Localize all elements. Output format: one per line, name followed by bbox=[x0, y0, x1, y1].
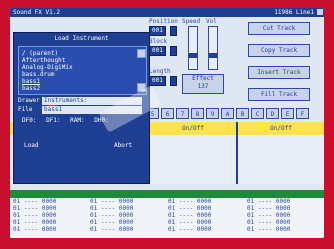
row-value: 0000 bbox=[118, 226, 134, 233]
effect-box[interactable]: Effect 137 bbox=[182, 74, 224, 94]
row-value: 0000 bbox=[41, 198, 57, 205]
row-value: 0000 bbox=[41, 226, 57, 233]
effect-label: Effect bbox=[192, 75, 214, 82]
title-bar: Sound FX V1.2 11986 Line1 bbox=[10, 8, 324, 17]
ram-label[interactable]: RAM: bbox=[70, 117, 84, 124]
row-value: 0000 bbox=[118, 198, 134, 205]
row-value: 0000 bbox=[196, 226, 212, 233]
digit-button[interactable]: E bbox=[281, 108, 294, 119]
digit-button[interactable]: B bbox=[236, 108, 249, 119]
dialog-title: Load Instrument bbox=[54, 35, 109, 42]
vol-slider-knob[interactable] bbox=[209, 53, 217, 58]
length-label: Length bbox=[149, 68, 171, 75]
length-value[interactable]: 001 bbox=[149, 76, 166, 86]
row-value: 0000 bbox=[196, 205, 212, 212]
row-value: 0000 bbox=[118, 212, 134, 219]
block-label: Block bbox=[149, 38, 168, 45]
row-value: 0000 bbox=[275, 212, 291, 219]
row-value: 0000 bbox=[275, 198, 291, 205]
row-value: 0000 bbox=[196, 219, 212, 226]
status-text: 11986 Line1 bbox=[274, 9, 314, 16]
file-item-selected[interactable]: bass1 bbox=[22, 78, 40, 85]
load-button[interactable]: Load bbox=[24, 142, 38, 149]
screen: Sound FX V1.2 11986 Line1 Position 001 B… bbox=[10, 8, 324, 238]
digit-button[interactable]: D bbox=[266, 108, 279, 119]
speed-slider[interactable] bbox=[188, 26, 198, 70]
df0-label[interactable]: DF0: bbox=[22, 117, 36, 124]
window-close-icon[interactable] bbox=[317, 9, 323, 15]
file-item[interactable]: bass.drum bbox=[22, 71, 55, 78]
row-value: 0000 bbox=[41, 205, 57, 212]
scroll-up-icon[interactable] bbox=[137, 49, 146, 58]
position-spinner[interactable] bbox=[170, 26, 177, 36]
digit-button[interactable]: 7 bbox=[176, 108, 189, 119]
window-title: Sound FX V1.2 bbox=[13, 9, 60, 16]
channel-digit-row: 5 6 7 8 9 A B C D E F bbox=[146, 108, 324, 119]
digit-button[interactable]: A bbox=[221, 108, 234, 119]
digit-button[interactable]: F bbox=[296, 108, 309, 119]
drawer-label: Drawer bbox=[18, 97, 40, 104]
position-value[interactable]: 001 bbox=[149, 26, 166, 36]
speed-slider-knob[interactable] bbox=[189, 53, 197, 58]
block-value[interactable]: 001 bbox=[149, 46, 166, 56]
digit-button[interactable]: 9 bbox=[206, 108, 219, 119]
length-spinner[interactable] bbox=[170, 76, 177, 86]
effect-value: 137 bbox=[197, 83, 209, 90]
pattern-column: 01 ---- 0000 01 ---- 0000 01 ---- 0000 0… bbox=[168, 198, 212, 233]
row-value: 0000 bbox=[275, 219, 291, 226]
abort-button[interactable]: Abort bbox=[114, 142, 132, 149]
channel-toggle[interactable]: On/Off bbox=[236, 122, 324, 135]
row-value: 0000 bbox=[275, 226, 291, 233]
insert-track-button[interactable]: Insert Track bbox=[248, 66, 310, 79]
block-spinner[interactable] bbox=[170, 46, 177, 56]
row-value: 0000 bbox=[196, 198, 212, 205]
channel-toggle[interactable]: On/Off bbox=[148, 122, 236, 135]
row-value: 0000 bbox=[41, 219, 57, 226]
position-label: Position bbox=[149, 18, 178, 25]
file-item[interactable]: Analog-DigiMix bbox=[22, 64, 73, 71]
cut-track-button[interactable]: Cut Track bbox=[248, 22, 310, 35]
row-value: 0000 bbox=[41, 212, 57, 219]
copy-track-button[interactable]: Copy Track bbox=[248, 44, 310, 57]
row-value: 0000 bbox=[118, 219, 134, 226]
pattern-column: 01 ---- 0000 01 ---- 0000 01 ---- 0000 0… bbox=[90, 198, 134, 233]
pattern-column: 01 ---- 0000 01 ---- 0000 01 ---- 0000 0… bbox=[13, 198, 57, 233]
df1-label[interactable]: DF1: bbox=[46, 117, 60, 124]
row-value: 0000 bbox=[118, 205, 134, 212]
file-item[interactable]: Afterthought bbox=[22, 57, 65, 64]
file-item[interactable]: bass2 bbox=[22, 85, 40, 92]
current-row-bar bbox=[10, 190, 324, 198]
digit-button[interactable]: 6 bbox=[161, 108, 174, 119]
digit-button[interactable]: 8 bbox=[191, 108, 204, 119]
pattern-list[interactable]: 01 ---- 0000 01 ---- 0000 01 ---- 0000 0… bbox=[10, 198, 324, 238]
file-list[interactable]: / (parent) Afterthought Analog-DigiMix b… bbox=[18, 46, 147, 95]
file-label: File bbox=[18, 106, 33, 113]
file-item-parent[interactable]: / (parent) bbox=[22, 50, 58, 57]
row-value: 0000 bbox=[275, 205, 291, 212]
track-divider bbox=[236, 135, 238, 184]
vol-slider[interactable] bbox=[208, 26, 218, 70]
vol-label: Vol bbox=[206, 18, 217, 25]
row-value: 0000 bbox=[196, 212, 212, 219]
digit-button[interactable]: C bbox=[251, 108, 264, 119]
pattern-column: 01 ---- 0000 01 ---- 0000 01 ---- 0000 0… bbox=[247, 198, 291, 233]
fill-track-button[interactable]: Fill Track bbox=[248, 88, 310, 101]
speed-label: Speed bbox=[182, 18, 201, 25]
